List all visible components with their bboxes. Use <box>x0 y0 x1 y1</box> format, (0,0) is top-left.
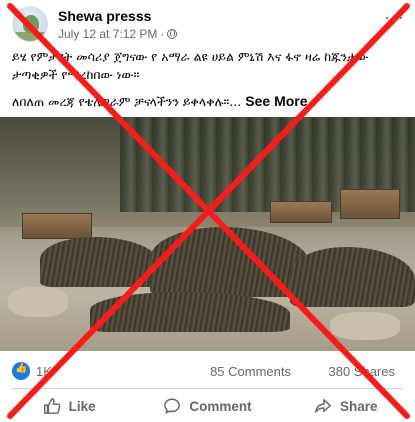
post-text-line-2: ለበለጠ መረጃ የቴሌግራም ቻናላችንን ይቀላቀሉ።... See Mor… <box>12 92 407 111</box>
page-name-link[interactable]: Shewa presss <box>58 8 151 24</box>
post-timestamp[interactable]: July 12 at 7:12 PM <box>58 27 157 41</box>
photo-ammo-crate <box>270 201 332 223</box>
post-meta: July 12 at 7:12 PM · <box>58 27 178 41</box>
avatar-tree <box>23 15 39 33</box>
reaction-count[interactable]: 1K <box>36 364 52 379</box>
photo-ammo-crate <box>22 213 92 239</box>
photo-ammo-pile <box>150 227 310 297</box>
more-options-icon[interactable]: ··· <box>384 8 405 26</box>
photo-ammo-pile <box>40 237 160 287</box>
post-photo[interactable] <box>0 117 415 351</box>
share-icon <box>315 398 331 413</box>
meta-separator: · <box>160 27 165 41</box>
see-more-link[interactable]: See More <box>245 93 307 109</box>
post-text: ይሄ የምታዩት መሳሪያ ጀግናው የ አማራ ልዩ ሀይል ምኒሽ እና ፋ… <box>12 48 407 119</box>
post-text-line: ለበለጠ መረጃ የቴሌግራም ቻናላችንን ይቀላቀሉ።... <box>12 94 242 109</box>
photo-ammo-pile <box>290 247 415 307</box>
reactions-bar: 1K 85 Comments 380 Shares <box>12 360 407 380</box>
comment-label: Comment <box>189 398 252 414</box>
avatar-ground <box>13 32 47 41</box>
like-reaction-icon[interactable] <box>12 362 30 380</box>
comment-icon <box>164 398 181 414</box>
like-label: Like <box>68 398 96 414</box>
comment-button[interactable]: Comment <box>138 392 276 420</box>
post-text-line: ይሄ የምታዩት መሳሪያ ጀግናው የ አማራ ልዩ ሀይል ምኒሽ እና ፋ… <box>12 49 369 82</box>
like-button[interactable]: Like <box>0 392 138 420</box>
share-label: Share <box>340 398 378 414</box>
actions-divider <box>12 388 403 389</box>
photo-ammo-crate <box>340 189 400 219</box>
post-header: Shewa presss July 12 at 7:12 PM · ··· <box>12 6 407 42</box>
facebook-post: Shewa presss July 12 at 7:12 PM · ··· ይሄ… <box>0 0 415 422</box>
photo-sack <box>330 312 400 340</box>
comments-count[interactable]: 85 Comments <box>210 364 291 379</box>
share-button[interactable]: Share <box>277 392 415 420</box>
photo-sack <box>8 287 68 317</box>
globe-icon <box>167 29 178 39</box>
photo-ammo-pile <box>90 292 290 332</box>
like-icon <box>43 398 61 414</box>
page-avatar[interactable] <box>12 6 48 42</box>
post-actions: Like Comment Share <box>0 392 415 420</box>
shares-count[interactable]: 380 Shares <box>329 364 396 379</box>
